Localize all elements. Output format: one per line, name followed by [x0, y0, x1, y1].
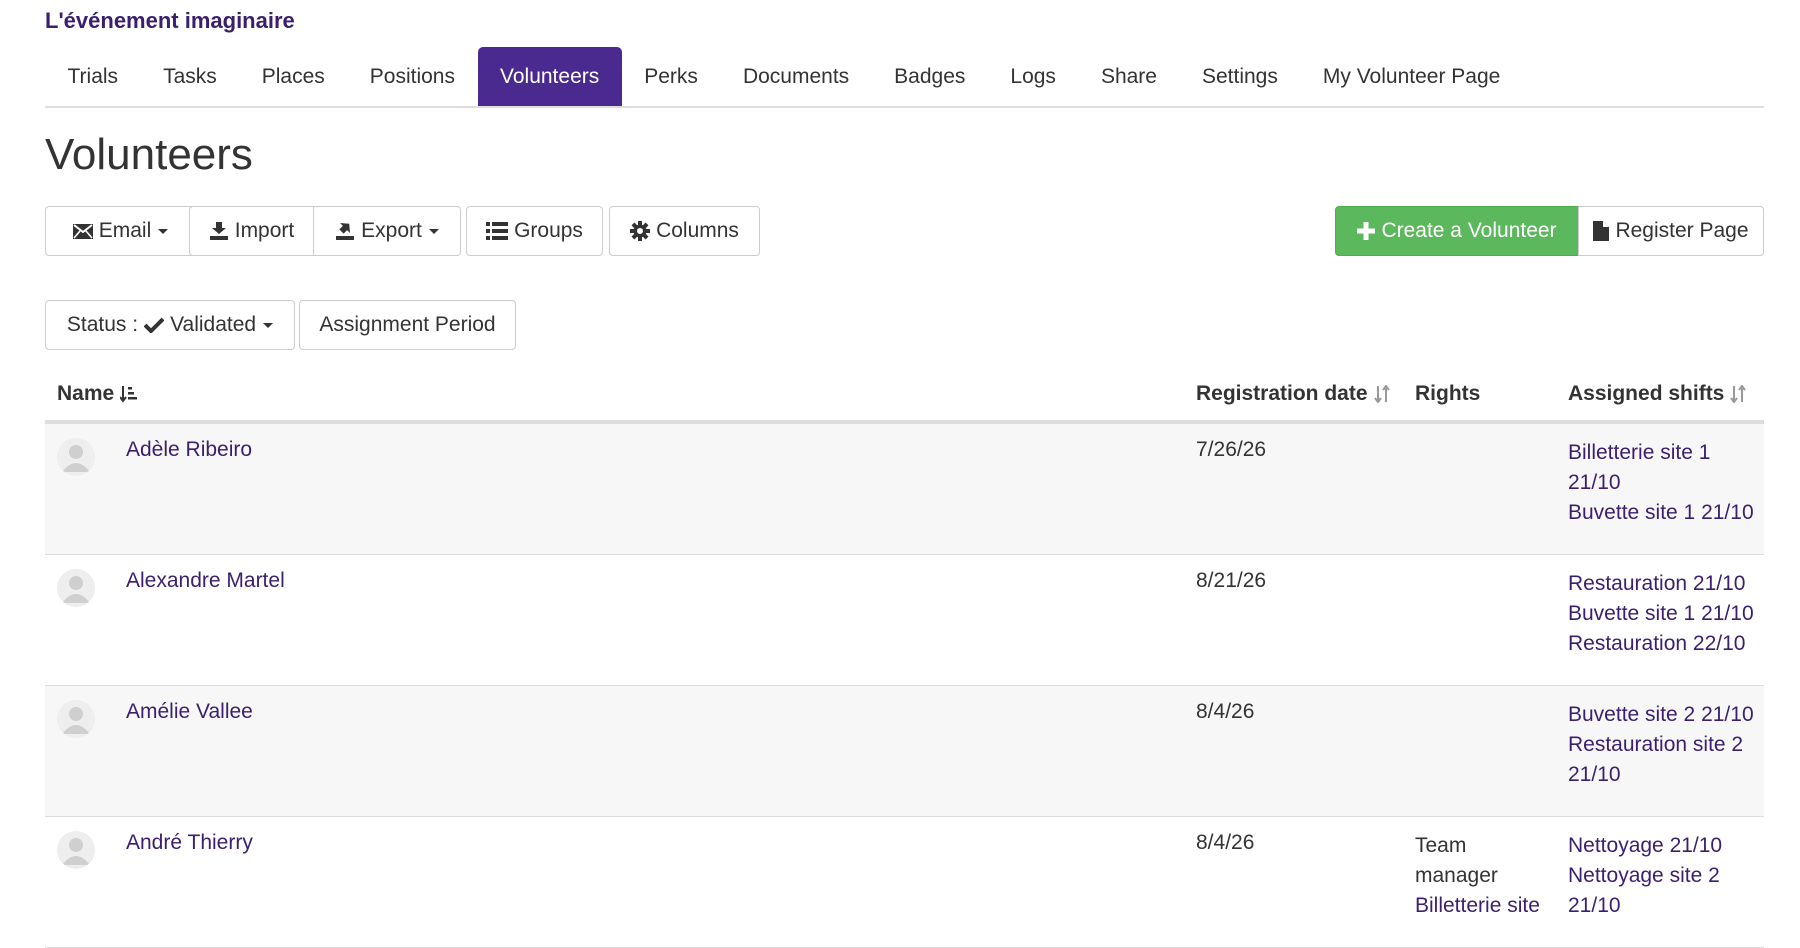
column-rights: Rights [1415, 382, 1480, 406]
import-icon [209, 221, 229, 241]
chevron-down-icon [158, 228, 169, 234]
export-icon [335, 221, 355, 241]
table-row[interactable]: Alexandre Martel 8/21/26 Restauration 21… [45, 555, 1764, 686]
shift-link[interactable]: Nettoyage 21/10 [1568, 831, 1763, 861]
file-icon [1593, 221, 1610, 241]
chevron-down-icon [263, 322, 274, 328]
shift-link[interactable]: Buvette site 2 21/10 [1568, 700, 1763, 730]
shift-link[interactable]: Billetterie site 1 21/10 [1568, 438, 1763, 498]
tab-share[interactable]: Share [1078, 47, 1179, 106]
sort-ascending-icon[interactable] [120, 385, 138, 403]
column-registration-label: Registration date [1196, 382, 1368, 405]
volunteer-name-link[interactable]: Amélie Vallee [126, 700, 253, 724]
tab-logs[interactable]: Logs [988, 47, 1079, 106]
table-header: Name Registration date Rights Assigned s… [45, 368, 1764, 424]
registration-date: 8/4/26 [1196, 831, 1255, 854]
register-page-label: Register Page [1615, 219, 1749, 242]
avatar-icon [57, 700, 95, 738]
table-row[interactable]: André Thierry 8/4/26 Team manager Billet… [45, 817, 1764, 948]
rights-cell: Team manager Billetterie site [1415, 831, 1555, 921]
registration-date: 8/21/26 [1196, 569, 1267, 592]
email-button-label: Email [98, 219, 152, 242]
export-button[interactable]: Export [313, 206, 461, 256]
avatar-icon [57, 438, 95, 476]
gear-icon [630, 221, 651, 241]
assignment-period-button[interactable]: Assignment Period [299, 300, 516, 350]
shift-link[interactable]: Restauration site 2 21/10 [1568, 730, 1763, 790]
column-name-label: Name [57, 382, 115, 405]
status-filter-prefix: Status : [66, 313, 139, 336]
groups-button[interactable]: Groups [466, 206, 603, 256]
tab-volunteers[interactable]: Volunteers [477, 47, 622, 106]
tab-badges[interactable]: Badges [872, 47, 988, 106]
register-page-button[interactable]: Register Page [1578, 206, 1764, 256]
status-filter-value: Validated [170, 313, 257, 336]
tab-documents[interactable]: Documents [720, 47, 871, 106]
event-title[interactable]: L'événement imaginaire [45, 8, 295, 34]
shift-link[interactable]: Nettoyage site 2 21/10 [1568, 861, 1763, 921]
right-place-link[interactable]: Billetterie site [1415, 891, 1555, 921]
column-assigned-shifts[interactable]: Assigned shifts [1568, 382, 1747, 406]
tab-settings[interactable]: Settings [1179, 47, 1300, 106]
import-button[interactable]: Import [189, 206, 314, 256]
sort-icon[interactable] [1730, 385, 1747, 403]
tab-places[interactable]: Places [239, 47, 347, 106]
tab-trials[interactable]: Trials [45, 47, 141, 106]
check-icon [144, 317, 165, 333]
right-label: Team manager [1415, 834, 1498, 887]
export-button-label: Export [361, 219, 422, 242]
table-row[interactable]: Amélie Vallee 8/4/26 Buvette site 2 21/1… [45, 686, 1764, 817]
column-name[interactable]: Name [57, 382, 138, 406]
tab-my-volunteer-page[interactable]: My Volunteer Page [1300, 47, 1522, 106]
tab-positions[interactable]: Positions [347, 47, 477, 106]
chevron-down-icon [428, 228, 439, 234]
groups-button-label: Groups [514, 219, 583, 242]
columns-button[interactable]: Columns [609, 206, 760, 256]
registration-date: 8/4/26 [1196, 700, 1255, 723]
volunteer-name-link[interactable]: Adèle Ribeiro [126, 438, 252, 462]
volunteer-name-link[interactable]: André Thierry [126, 831, 253, 855]
tab-tasks[interactable]: Tasks [141, 47, 240, 106]
registration-date: 7/26/26 [1196, 438, 1267, 461]
shift-link[interactable]: Restauration 21/10 [1568, 569, 1763, 599]
column-rights-label: Rights [1415, 382, 1481, 405]
main-tabs: Trials Tasks Places Positions Volunteers… [45, 47, 1764, 108]
shift-link[interactable]: Buvette site 1 21/10 [1568, 599, 1763, 629]
envelope-icon [72, 223, 93, 239]
status-filter-dropdown[interactable]: Status : Validated [45, 300, 295, 350]
shift-link[interactable]: Buvette site 1 21/10 [1568, 498, 1763, 528]
column-shifts-label: Assigned shifts [1568, 382, 1725, 405]
table-row[interactable]: Adèle Ribeiro 7/26/26 Billetterie site 1… [45, 424, 1764, 555]
assigned-shifts-cell: Billetterie site 1 21/10 Buvette site 1 … [1568, 438, 1763, 540]
columns-button-label: Columns [656, 219, 739, 242]
avatar-icon [57, 569, 95, 607]
create-volunteer-button[interactable]: Create a Volunteer [1335, 206, 1579, 256]
shift-link[interactable]: Restauration 22/10 [1568, 629, 1763, 659]
avatar-icon [57, 831, 95, 869]
create-volunteer-label: Create a Volunteer [1381, 219, 1557, 242]
email-button[interactable]: Email [45, 206, 196, 256]
app-root: L'événement imaginaire Trials Tasks Plac… [0, 0, 1800, 948]
list-icon [486, 222, 509, 240]
import-button-label: Import [234, 219, 295, 242]
tab-perks[interactable]: Perks [622, 47, 721, 106]
column-registration-date[interactable]: Registration date [1196, 382, 1390, 406]
plus-icon [1357, 222, 1376, 240]
assigned-shifts-cell: Buvette site 2 21/10 Restauration site 2… [1568, 700, 1763, 802]
sort-icon[interactable] [1373, 385, 1390, 403]
volunteer-name-link[interactable]: Alexandre Martel [126, 569, 285, 593]
assigned-shifts-cell: Restauration 21/10 Buvette site 1 21/10 … [1568, 569, 1763, 671]
page-title: Volunteers [45, 130, 253, 179]
